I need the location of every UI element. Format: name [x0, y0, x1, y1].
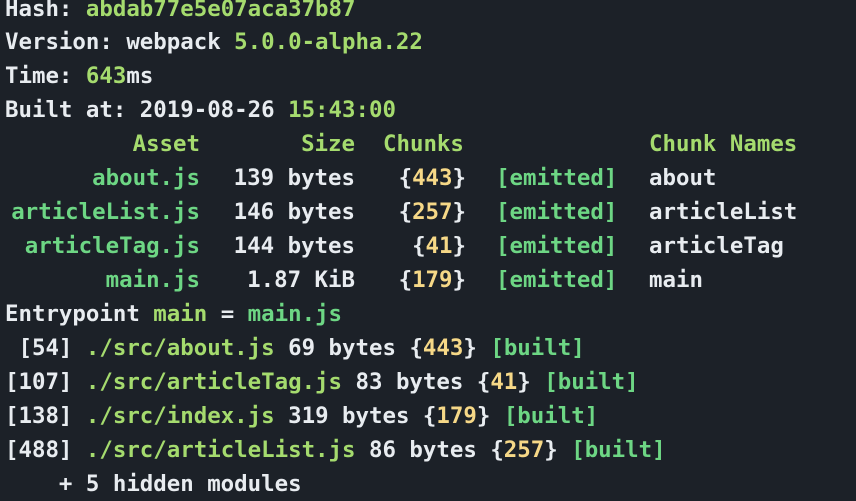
version-label: Version: webpack: [5, 29, 235, 55]
chunk-name: articleList: [649, 199, 798, 225]
chunk-id: 41: [425, 233, 453, 259]
chunk-id: 257: [412, 199, 453, 225]
emitted-badge: [emitted]: [496, 199, 618, 225]
hash-value: abdab77e5e07aca37b87: [85, 0, 356, 22]
header-chunk-names: Chunk Names: [649, 131, 798, 157]
entrypoint-equals: =: [207, 301, 248, 327]
asset-size: 146 bytes: [233, 199, 355, 225]
chunk-id: 41: [490, 369, 518, 395]
built-badge: [built]: [503, 403, 599, 429]
hash-label: Hash:: [5, 0, 86, 22]
chunk-name: articleTag: [649, 233, 784, 259]
asset-size: 1.87 KiB: [247, 267, 355, 293]
module-id: [107]: [5, 369, 86, 395]
entrypoint-label: Entrypoint: [5, 301, 154, 327]
chunk-name: main: [649, 267, 703, 293]
asset-size: 144 bytes: [233, 233, 355, 259]
module-chunk: {179}: [422, 403, 491, 429]
asset-chunk: {41}: [412, 233, 466, 259]
table-row: articleList.js 146 bytes {257} [emitted]…: [0, 195, 856, 229]
module-line: [138] ./src/index.js 319 bytes {179} [bu…: [5, 399, 598, 433]
module-line: [488] ./src/articleList.js 86 bytes {257…: [5, 433, 666, 467]
header-asset: Asset: [132, 131, 200, 157]
chunk-id: 257: [503, 437, 545, 463]
module-size: 319 bytes: [274, 403, 423, 429]
module-path: ./src/articleList.js: [85, 437, 356, 463]
emitted-badge: [emitted]: [496, 267, 618, 293]
entrypoint-name: main: [153, 301, 208, 327]
assets-table-header: Asset Size Chunks Chunk Names: [0, 127, 856, 161]
chunk-id: 179: [412, 267, 453, 293]
asset-name: about.js: [92, 165, 200, 191]
built-badge: [built]: [544, 369, 639, 395]
module-id: [138]: [5, 403, 86, 429]
built-badge: [built]: [571, 437, 666, 463]
module-chunk: {41}: [476, 369, 531, 395]
module-size: 86 bytes: [355, 437, 491, 463]
version-line: Version: webpack 5.0.0-alpha.22: [5, 25, 423, 59]
module-path: ./src/about.js: [85, 335, 275, 361]
version-value: 5.0.0-alpha.22: [234, 29, 423, 55]
emitted-badge: [emitted]: [496, 233, 618, 259]
table-row: main.js 1.87 KiB {179} [emitted] main: [0, 263, 856, 297]
entrypoint-file: main.js: [247, 301, 343, 327]
module-size: 83 bytes: [342, 369, 477, 395]
time-line: Time: 643ms: [5, 59, 153, 93]
hash-line: Hash: abdab77e5e07aca37b87: [5, 0, 356, 26]
entrypoint-line: Entrypoint main = main.js: [5, 297, 342, 331]
asset-name: articleList.js: [11, 199, 200, 225]
built-at-time: 15:43:00: [288, 97, 396, 123]
header-chunks: Chunks: [383, 131, 464, 157]
table-row: articleTag.js 144 bytes {41} [emitted] a…: [0, 229, 856, 263]
asset-chunk: {179}: [398, 267, 466, 293]
asset-chunk: {257}: [398, 199, 466, 225]
module-line: [107] ./src/articleTag.js 83 bytes {41} …: [5, 365, 639, 399]
asset-name: articleTag.js: [24, 233, 200, 259]
hidden-modules-line: + 5 hidden modules: [5, 471, 302, 497]
asset-chunk: {443}: [398, 165, 466, 191]
asset-size: 139 bytes: [233, 165, 355, 191]
chunk-id: 443: [412, 165, 453, 191]
built-badge: [built]: [490, 335, 585, 361]
module-chunk: {443}: [409, 335, 477, 361]
emitted-badge: [emitted]: [496, 165, 618, 191]
table-row: about.js 139 bytes {443} [emitted] about: [0, 161, 856, 195]
built-at-label: Built at: 2019-08-26: [5, 97, 289, 123]
chunk-id: 443: [422, 335, 464, 361]
module-size: 69 bytes: [274, 335, 410, 361]
time-label: Time:: [5, 63, 86, 89]
module-id: [54]: [5, 335, 86, 361]
module-path: ./src/articleTag.js: [85, 369, 343, 395]
terminal-output: Hash: abdab77e5e07aca37b87 Version: webp…: [0, 0, 856, 500]
built-at-line: Built at: 2019-08-26 15:43:00: [5, 93, 396, 127]
header-size: Size: [301, 131, 355, 157]
module-line: [54] ./src/about.js 69 bytes {443} [buil…: [5, 331, 585, 365]
chunk-id: 179: [436, 403, 477, 429]
module-chunk: {257}: [490, 437, 558, 463]
time-unit: ms: [126, 63, 154, 89]
asset-name: main.js: [105, 267, 200, 293]
time-value: 643: [85, 63, 127, 89]
chunk-name: about: [649, 165, 717, 191]
module-id: [488]: [5, 437, 86, 463]
module-path: ./src/index.js: [85, 403, 275, 429]
